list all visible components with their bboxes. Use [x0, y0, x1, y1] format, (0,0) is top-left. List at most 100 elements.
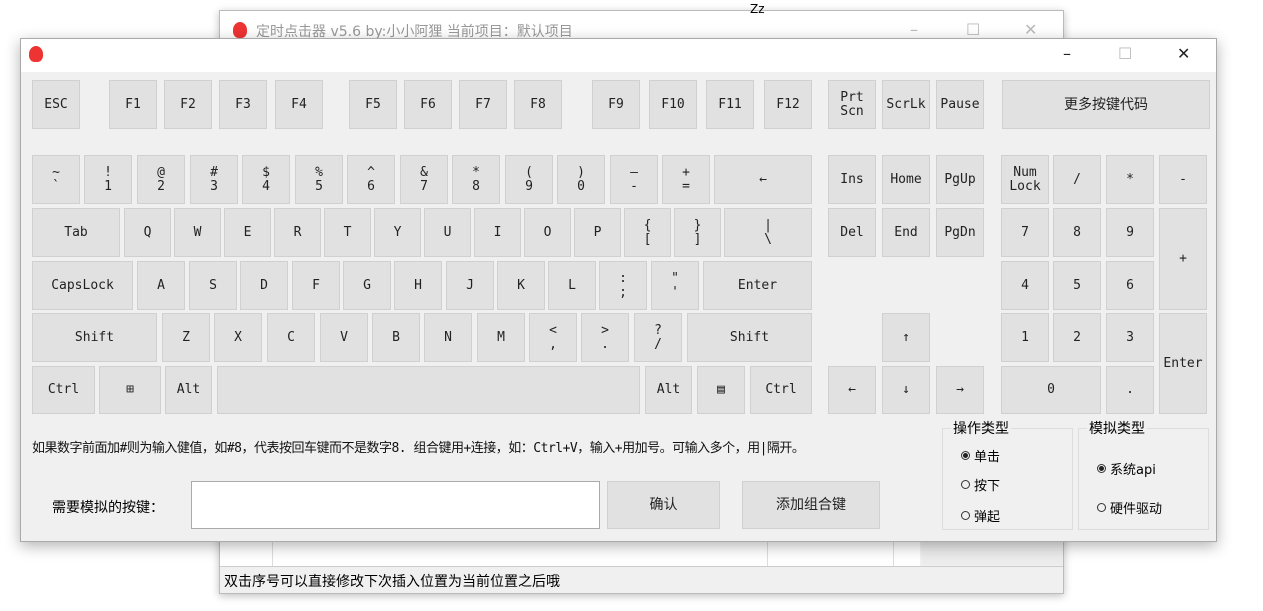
key-function_row-13-Prt-Scn[interactable]: Prt Scn [828, 80, 876, 129]
key-function_row-9-F9[interactable]: F9 [592, 80, 640, 129]
key-number_row-10-)-0[interactable]: ) 0 [557, 155, 605, 204]
key-home_row-7-J[interactable]: J [446, 261, 494, 310]
key-number_row-1-!-1[interactable]: ! 1 [84, 155, 132, 204]
key-qwerty_row-6-Y[interactable]: Y [374, 208, 421, 257]
key-number_row-16-PgUp[interactable]: PgUp [936, 155, 984, 204]
key-number_row-13-%E2%86%90[interactable]: ← [714, 155, 812, 204]
key-bottom_row-8-%E2%86%93[interactable]: ↓ [882, 366, 930, 414]
key-shift_row-11-Shift[interactable]: Shift [687, 313, 812, 362]
key-shift_row-8-%3C-%2C[interactable]: < , [529, 313, 577, 362]
key-home_row-13-4[interactable]: 4 [1001, 261, 1049, 310]
key-number_row-14-Ins[interactable]: Ins [828, 155, 876, 204]
key-shift_row-15-3[interactable]: 3 [1106, 313, 1154, 362]
key-number_row-18-%2F[interactable]: / [1053, 155, 1101, 204]
key-bottom_row-11-.[interactable]: . [1106, 366, 1154, 414]
key-function_row-1-F1[interactable]: F1 [109, 80, 157, 129]
radio-release[interactable]: 弹起 [961, 506, 1000, 525]
key-number_row-3-%23-3[interactable]: # 3 [190, 155, 238, 204]
key-home_row-15-6[interactable]: 6 [1106, 261, 1154, 310]
key-bottom_row-9-%E2%86%92[interactable]: → [936, 366, 984, 414]
key-shift_row-9-%3E-.[interactable]: > . [581, 313, 629, 362]
key-number_row-9-(-9[interactable]: ( 9 [505, 155, 553, 204]
bg-close-button[interactable]: ✕ [1024, 20, 1037, 39]
key-shift_row-12-%E2%86%91[interactable]: ↑ [882, 313, 930, 362]
key-function_row-16-%E6%9B%B4%E5%A4%9A%E[interactable]: 更多按键代码 [1002, 80, 1210, 129]
key-qwerty_row-7-U[interactable]: U [424, 208, 471, 257]
key-input[interactable] [191, 481, 600, 529]
key-shift_row-10-%3F-%2F[interactable]: ? / [634, 313, 682, 362]
key-number_row-8-*-8[interactable]: * 8 [452, 155, 500, 204]
key-home_row-9-L[interactable]: L [548, 261, 596, 310]
key-function_row-5-F5[interactable]: F5 [349, 80, 397, 129]
key-bottom_row-10-0[interactable]: 0 [1001, 366, 1101, 414]
key-shift_row-6-N[interactable]: N [424, 313, 472, 362]
key-home_row-0-CapsLock[interactable]: CapsLock [32, 261, 133, 310]
key-qwerty_row-10-P[interactable]: P [574, 208, 621, 257]
key-number_row-15-Home[interactable]: Home [882, 155, 930, 204]
key-home_row-3-D[interactable]: D [240, 261, 288, 310]
key-qwerty_row-13-%7C-%5C[interactable]: | \ [724, 208, 812, 257]
close-button[interactable]: ✕ [1177, 44, 1190, 63]
key-bottom_row-6-Ctrl[interactable]: Ctrl [750, 366, 812, 414]
key-qwerty_row-14-Del[interactable]: Del [828, 208, 876, 257]
radio-click[interactable]: 单击 [961, 446, 1000, 465]
key-function_row-11-F11[interactable]: F11 [706, 80, 754, 129]
key-home_row-2-S[interactable]: S [189, 261, 237, 310]
key-number_row-12-%2B-%3D[interactable]: + = [662, 155, 710, 204]
key-bottom_row-3-space[interactable] [217, 366, 640, 414]
bg-maximize-button[interactable]: ☐ [966, 20, 980, 39]
key-number_row-20--[interactable]: - [1159, 155, 1207, 204]
key-qwerty_row-12-%7D-%5D[interactable]: } ] [674, 208, 721, 257]
key-qwerty_row-5-T[interactable]: T [324, 208, 371, 257]
key-number_row-2-%40-2[interactable]: @ 2 [137, 155, 185, 204]
key-shift_row-7-M[interactable]: M [477, 313, 525, 362]
key-function_row-15-Pause[interactable]: Pause [936, 80, 984, 129]
key-qwerty_row-16-PgDn[interactable]: PgDn [936, 208, 984, 257]
key-bottom_row-5-menu[interactable]: ▤ [697, 366, 745, 414]
key-number_row-5-%25-5[interactable]: % 5 [295, 155, 343, 204]
key-function_row-3-F3[interactable]: F3 [219, 80, 267, 129]
key-shift_row-14-2[interactable]: 2 [1053, 313, 1101, 362]
key-function_row-14-ScrLk[interactable]: ScrLk [882, 80, 930, 129]
key-shift_row-2-X[interactable]: X [214, 313, 262, 362]
key-number_row-11-%E2%80%94--[interactable]: — - [610, 155, 658, 204]
key-bottom_row-7-%E2%86%90[interactable]: ← [828, 366, 876, 414]
key-shift_row-5-B[interactable]: B [372, 313, 420, 362]
key-number_row-7-%26-7[interactable]: & 7 [400, 155, 448, 204]
key-function_row-10-F10[interactable]: F10 [649, 80, 697, 129]
key-function_row-4-F4[interactable]: F4 [275, 80, 323, 129]
key-home_row-1-A[interactable]: A [137, 261, 185, 310]
key-function_row-7-F7[interactable]: F7 [459, 80, 507, 129]
key-number_row-6-%5E-6[interactable]: ^ 6 [347, 155, 395, 204]
key-home_row-12-Enter[interactable]: Enter [703, 261, 812, 310]
key-shift_row-4-V[interactable]: V [320, 313, 368, 362]
key-qwerty_row-4-R[interactable]: R [274, 208, 321, 257]
key-number_row-4-%24-4[interactable]: $ 4 [242, 155, 290, 204]
key-number_row-19-*[interactable]: * [1106, 155, 1154, 204]
key-number_row-0-~-%60[interactable]: ~ ` [32, 155, 80, 204]
key-home_row-5-G[interactable]: G [343, 261, 391, 310]
key-qwerty_row-2-W[interactable]: W [174, 208, 221, 257]
key-bottom_row-2-Alt[interactable]: Alt [165, 366, 212, 414]
key-function_row-8-F8[interactable]: F8 [514, 80, 562, 129]
key-qwerty_row-19-9[interactable]: 9 [1106, 208, 1154, 257]
key-qwerty_row-8-I[interactable]: I [474, 208, 521, 257]
key-qwerty_row-15-End[interactable]: End [882, 208, 930, 257]
key-home_row-8-K[interactable]: K [497, 261, 545, 310]
key-qwerty_row-11-%7B-%5B[interactable]: { [ [624, 208, 671, 257]
key-function_row-12-F12[interactable]: F12 [764, 80, 812, 129]
key-shift_row-0-Shift[interactable]: Shift [32, 313, 157, 362]
key-function_row-2-F2[interactable]: F2 [164, 80, 212, 129]
key-qwerty_row-0-Tab[interactable]: Tab [32, 208, 120, 257]
key-function_row-6-F6[interactable]: F6 [404, 80, 452, 129]
key-home_row-14-5[interactable]: 5 [1053, 261, 1101, 310]
key-home_row-11-%22-'[interactable]: " ' [651, 261, 699, 310]
radio-press[interactable]: 按下 [961, 475, 1000, 494]
minimize-button[interactable]: – [1063, 44, 1071, 63]
key-bottom_row-0-Ctrl[interactable]: Ctrl [32, 366, 95, 414]
key-shift_row-3-C[interactable]: C [267, 313, 315, 362]
key-number_row-17-Num-Lock[interactable]: Num Lock [1001, 155, 1049, 204]
radio-hardware-driver[interactable]: 硬件驱动 [1097, 498, 1162, 517]
key-shift_row-1-Z[interactable]: Z [162, 313, 210, 362]
key-home_row-6-H[interactable]: H [394, 261, 442, 310]
